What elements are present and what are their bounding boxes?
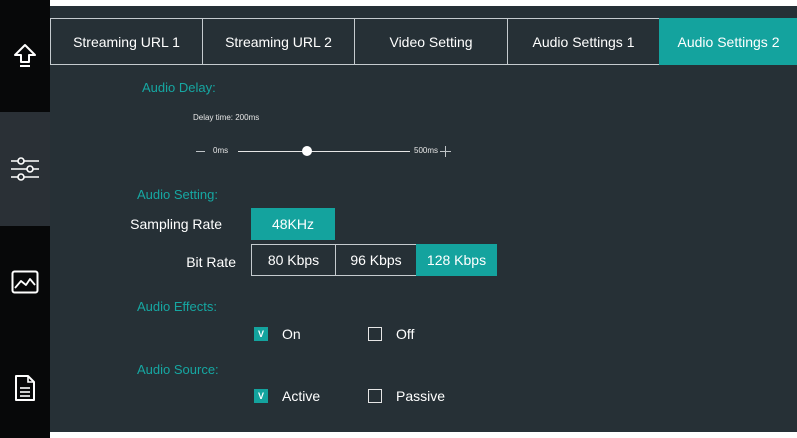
delay-min-label: 0ms	[213, 146, 229, 155]
sidebar-item-upload[interactable]	[0, 0, 50, 112]
tab-streaming-url-1[interactable]: Streaming URL 1	[50, 18, 202, 65]
settings-panel: Streaming URL 1 Streaming URL 2 Video Se…	[50, 6, 797, 432]
unchecked-icon	[368, 327, 382, 341]
delay-decrease-button[interactable]	[196, 151, 205, 152]
checked-icon: V	[254, 389, 268, 403]
sidebar-item-settings[interactable]	[0, 112, 50, 226]
tab-video-setting[interactable]: Video Setting	[354, 18, 507, 65]
tab-audio-settings-1[interactable]: Audio Settings 1	[507, 18, 659, 65]
document-icon	[15, 375, 35, 401]
source-passive-checkbox[interactable]: Passive	[368, 388, 445, 404]
sidebar-item-media[interactable]	[0, 226, 50, 338]
delay-max-label: 500ms	[414, 146, 439, 155]
bit-rate-label: Bit Rate	[186, 254, 236, 270]
audio-delay-title: Audio Delay:	[142, 80, 216, 95]
delay-slider-track[interactable]	[238, 151, 410, 152]
audio-source-title: Audio Source:	[137, 362, 219, 377]
sidebar-item-docs[interactable]	[0, 338, 50, 438]
sampling-rate-label: Sampling Rate	[130, 216, 222, 232]
effects-off-label: Off	[396, 326, 415, 342]
audio-setting-title: Audio Setting:	[137, 187, 218, 202]
bit-rate-96-option[interactable]: 96 Kbps	[335, 244, 417, 276]
source-active-checkbox[interactable]: V Active	[254, 388, 320, 404]
sidebar	[0, 0, 50, 438]
sliders-icon	[11, 157, 39, 181]
tab-audio-settings-2[interactable]: Audio Settings 2	[659, 18, 797, 65]
delay-slider-handle[interactable]	[301, 146, 312, 156]
effects-on-checkbox[interactable]: V On	[254, 326, 301, 342]
effects-on-label: On	[282, 326, 301, 342]
upload-arrow-icon	[14, 44, 36, 67]
delay-increase-button-v[interactable]	[445, 146, 446, 157]
checked-icon: V	[254, 327, 268, 341]
tab-streaming-url-2[interactable]: Streaming URL 2	[202, 18, 354, 65]
unchecked-icon	[368, 389, 382, 403]
source-active-label: Active	[282, 388, 321, 404]
bit-rate-80-option[interactable]: 80 Kbps	[251, 244, 336, 276]
audio-effects-title: Audio Effects:	[137, 299, 217, 314]
tab-bar: Streaming URL 1 Streaming URL 2 Video Se…	[50, 18, 797, 65]
effects-off-checkbox[interactable]: Off	[368, 326, 414, 342]
source-passive-label: Passive	[396, 388, 446, 404]
bit-rate-128-option[interactable]: 128 Kbps	[416, 244, 497, 276]
sampling-48khz-option[interactable]: 48KHz	[251, 208, 335, 240]
image-icon	[11, 270, 39, 294]
delay-time-text: Delay time: 200ms	[193, 113, 260, 122]
